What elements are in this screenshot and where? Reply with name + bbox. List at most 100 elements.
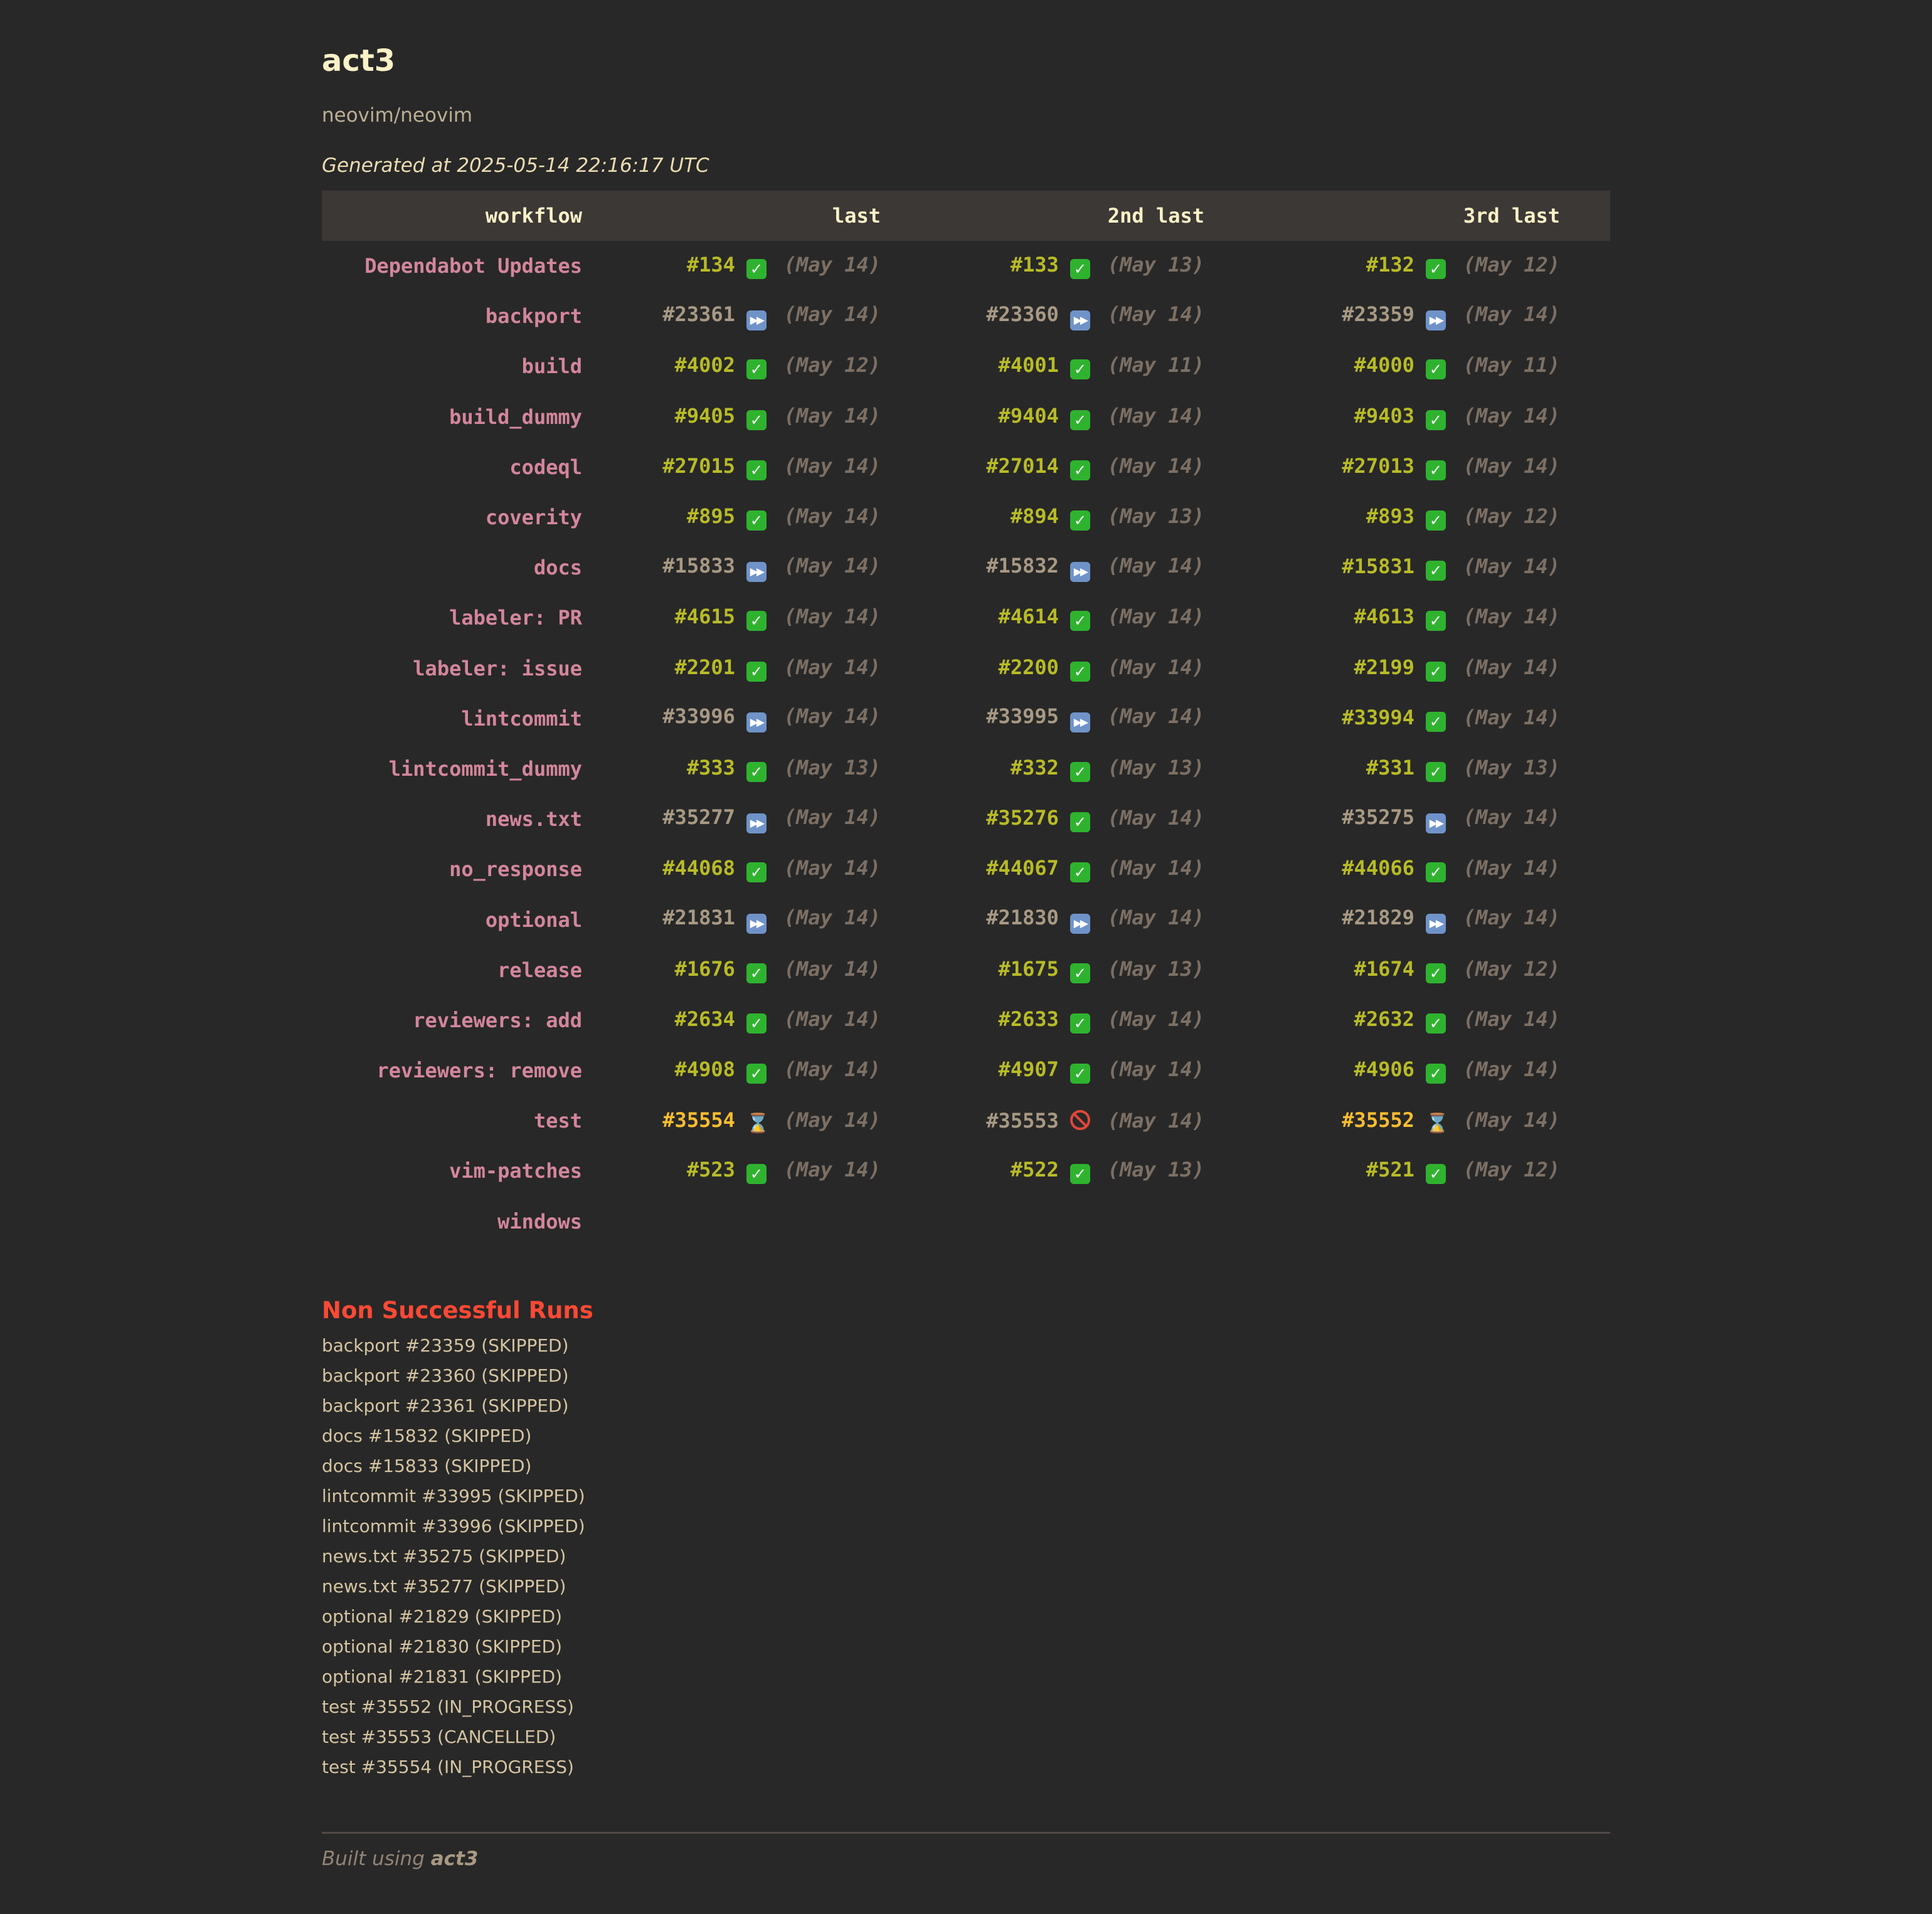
- list-item[interactable]: lintcommit #33996 (SKIPPED): [322, 1511, 585, 1541]
- workflow-name[interactable]: no_response: [322, 844, 607, 894]
- run-number-link[interactable]: #35277: [662, 805, 735, 829]
- run-number-link[interactable]: #521: [1366, 1158, 1414, 1182]
- workflow-name[interactable]: Dependabot Updates: [322, 241, 607, 291]
- run-number-link[interactable]: #2199: [1354, 655, 1414, 679]
- workflow-name[interactable]: lintcommit_dummy: [322, 744, 607, 794]
- workflow-name[interactable]: build_dummy: [322, 392, 607, 442]
- run-number-link[interactable]: #2634: [675, 1007, 735, 1031]
- run-number-link[interactable]: #33995: [986, 704, 1059, 728]
- workflow-name[interactable]: labeler: issue: [322, 643, 607, 694]
- run-number-link[interactable]: #331: [1366, 756, 1414, 780]
- run-number-link[interactable]: #2201: [675, 655, 735, 679]
- run-number-link[interactable]: #4000: [1354, 353, 1414, 377]
- run-number-link[interactable]: #523: [687, 1158, 735, 1182]
- table-row: labeler: PR #4615 ✓ (May 14) #4614 ✓ (May 14) #…: [322, 593, 1610, 643]
- run-number-link[interactable]: #2200: [999, 655, 1059, 679]
- workflow-name[interactable]: build: [322, 341, 607, 391]
- table-row: codeql #27015 ✓ (May 14) #27014 ✓ (May 14) #270…: [322, 442, 1610, 492]
- run-number-link[interactable]: #23361: [662, 302, 735, 326]
- workflow-name[interactable]: reviewers: remove: [322, 1045, 607, 1096]
- list-item[interactable]: lintcommit #33995 (SKIPPED): [322, 1481, 585, 1511]
- run-number-link[interactable]: #27015: [662, 454, 735, 478]
- workflow-name[interactable]: backport: [322, 291, 607, 341]
- run-number-link[interactable]: #35554: [662, 1108, 735, 1132]
- run-number-link[interactable]: #522: [1011, 1158, 1059, 1182]
- run-number-link[interactable]: #9405: [675, 404, 735, 428]
- run-number-link[interactable]: #15832: [986, 554, 1059, 578]
- run-number-link[interactable]: #21831: [662, 906, 735, 929]
- run-number-link[interactable]: #35553: [986, 1109, 1059, 1133]
- list-item[interactable]: docs #15832 (SKIPPED): [322, 1421, 585, 1451]
- footer-link-act3[interactable]: act3: [431, 1848, 479, 1870]
- run-number-link[interactable]: #134: [687, 253, 735, 277]
- workflow-name[interactable]: windows: [322, 1197, 607, 1247]
- run-number-link[interactable]: #15831: [1342, 554, 1414, 578]
- run-number-link[interactable]: #1674: [1354, 957, 1414, 981]
- run-number-link[interactable]: #44068: [662, 856, 735, 880]
- run-number-link[interactable]: #1676: [675, 957, 735, 981]
- list-item[interactable]: docs #15833 (SKIPPED): [322, 1451, 585, 1481]
- list-item[interactable]: backport #23360 (SKIPPED): [322, 1361, 585, 1391]
- run-number-link[interactable]: #15833: [662, 554, 735, 578]
- list-item[interactable]: test #35553 (CANCELLED): [322, 1722, 585, 1752]
- run-cell: #35275 ▶▶ (May 14): [1255, 794, 1610, 844]
- table-row: release #1676 ✓ (May 14) #1675 ✓ (May 13) #1674…: [322, 945, 1610, 995]
- run-number-link[interactable]: #9404: [999, 404, 1059, 428]
- run-number-link[interactable]: #44067: [986, 856, 1059, 880]
- workflow-name[interactable]: vim-patches: [322, 1146, 607, 1196]
- run-number-link[interactable]: #23359: [1342, 302, 1414, 326]
- run-number-link[interactable]: #9403: [1354, 404, 1414, 428]
- run-number-link[interactable]: #2632: [1354, 1007, 1414, 1031]
- run-number-link[interactable]: #35552: [1342, 1108, 1414, 1132]
- workflow-name[interactable]: codeql: [322, 442, 607, 492]
- run-number-link[interactable]: #895: [687, 504, 735, 528]
- workflow-name[interactable]: reviewers: add: [322, 995, 607, 1045]
- run-number-link[interactable]: #4613: [1354, 605, 1414, 628]
- run-number-link[interactable]: #4001: [999, 353, 1059, 377]
- run-number-link[interactable]: #27013: [1342, 454, 1414, 478]
- run-number-link[interactable]: #27014: [986, 454, 1059, 478]
- run-number-link[interactable]: #332: [1011, 756, 1059, 780]
- run-number-link[interactable]: #2633: [999, 1007, 1059, 1031]
- run-number-link[interactable]: #4002: [675, 353, 735, 377]
- run-number-link[interactable]: #4908: [675, 1057, 735, 1081]
- workflow-name[interactable]: release: [322, 945, 607, 995]
- list-item[interactable]: test #35554 (IN_PROGRESS): [322, 1752, 585, 1782]
- run-number-link[interactable]: #21830: [986, 906, 1059, 929]
- run-number-link[interactable]: #35276: [986, 806, 1059, 830]
- run-number-link[interactable]: #893: [1366, 504, 1414, 528]
- workflow-name[interactable]: docs: [322, 542, 607, 593]
- fast-forward-icon: ▶▶: [1425, 914, 1446, 934]
- run-number-link[interactable]: #333: [687, 756, 735, 780]
- list-item[interactable]: backport #23359 (SKIPPED): [322, 1331, 585, 1361]
- run-number-link[interactable]: #4615: [675, 605, 735, 628]
- run-number-link[interactable]: #4907: [999, 1057, 1059, 1081]
- workflow-name[interactable]: lintcommit: [322, 694, 607, 744]
- list-item[interactable]: optional #21830 (SKIPPED): [322, 1632, 585, 1662]
- check-mark-icon: ✓: [1070, 510, 1090, 531]
- list-item[interactable]: optional #21829 (SKIPPED): [322, 1602, 585, 1632]
- run-number-link[interactable]: #33996: [662, 704, 735, 728]
- run-number-link[interactable]: #4906: [1354, 1057, 1414, 1081]
- run-number-link[interactable]: #33994: [1342, 706, 1414, 729]
- run-number-link[interactable]: #1675: [999, 957, 1059, 981]
- list-item[interactable]: optional #21831 (SKIPPED): [322, 1662, 585, 1692]
- list-item[interactable]: news.txt #35275 (SKIPPED): [322, 1541, 585, 1572]
- workflow-name[interactable]: test: [322, 1096, 607, 1146]
- run-cell: #2632 ✓ (May 14): [1255, 995, 1610, 1045]
- run-number-link[interactable]: #44066: [1342, 856, 1414, 880]
- list-item[interactable]: test #35552 (IN_PROGRESS): [322, 1692, 585, 1722]
- workflow-name[interactable]: labeler: PR: [322, 593, 607, 643]
- run-number-link[interactable]: #21829: [1342, 906, 1414, 929]
- workflow-name[interactable]: optional: [322, 894, 607, 944]
- list-item[interactable]: news.txt #35277 (SKIPPED): [322, 1572, 585, 1602]
- list-item[interactable]: backport #23361 (SKIPPED): [322, 1391, 585, 1421]
- run-number-link[interactable]: #894: [1011, 504, 1059, 528]
- run-number-link[interactable]: #35275: [1342, 805, 1414, 829]
- workflow-name[interactable]: coverity: [322, 492, 607, 542]
- run-number-link[interactable]: #133: [1011, 253, 1059, 277]
- run-number-link[interactable]: #132: [1366, 253, 1414, 277]
- workflow-name[interactable]: news.txt: [322, 794, 607, 844]
- run-number-link[interactable]: #4614: [999, 605, 1059, 628]
- run-number-link[interactable]: #23360: [986, 302, 1059, 326]
